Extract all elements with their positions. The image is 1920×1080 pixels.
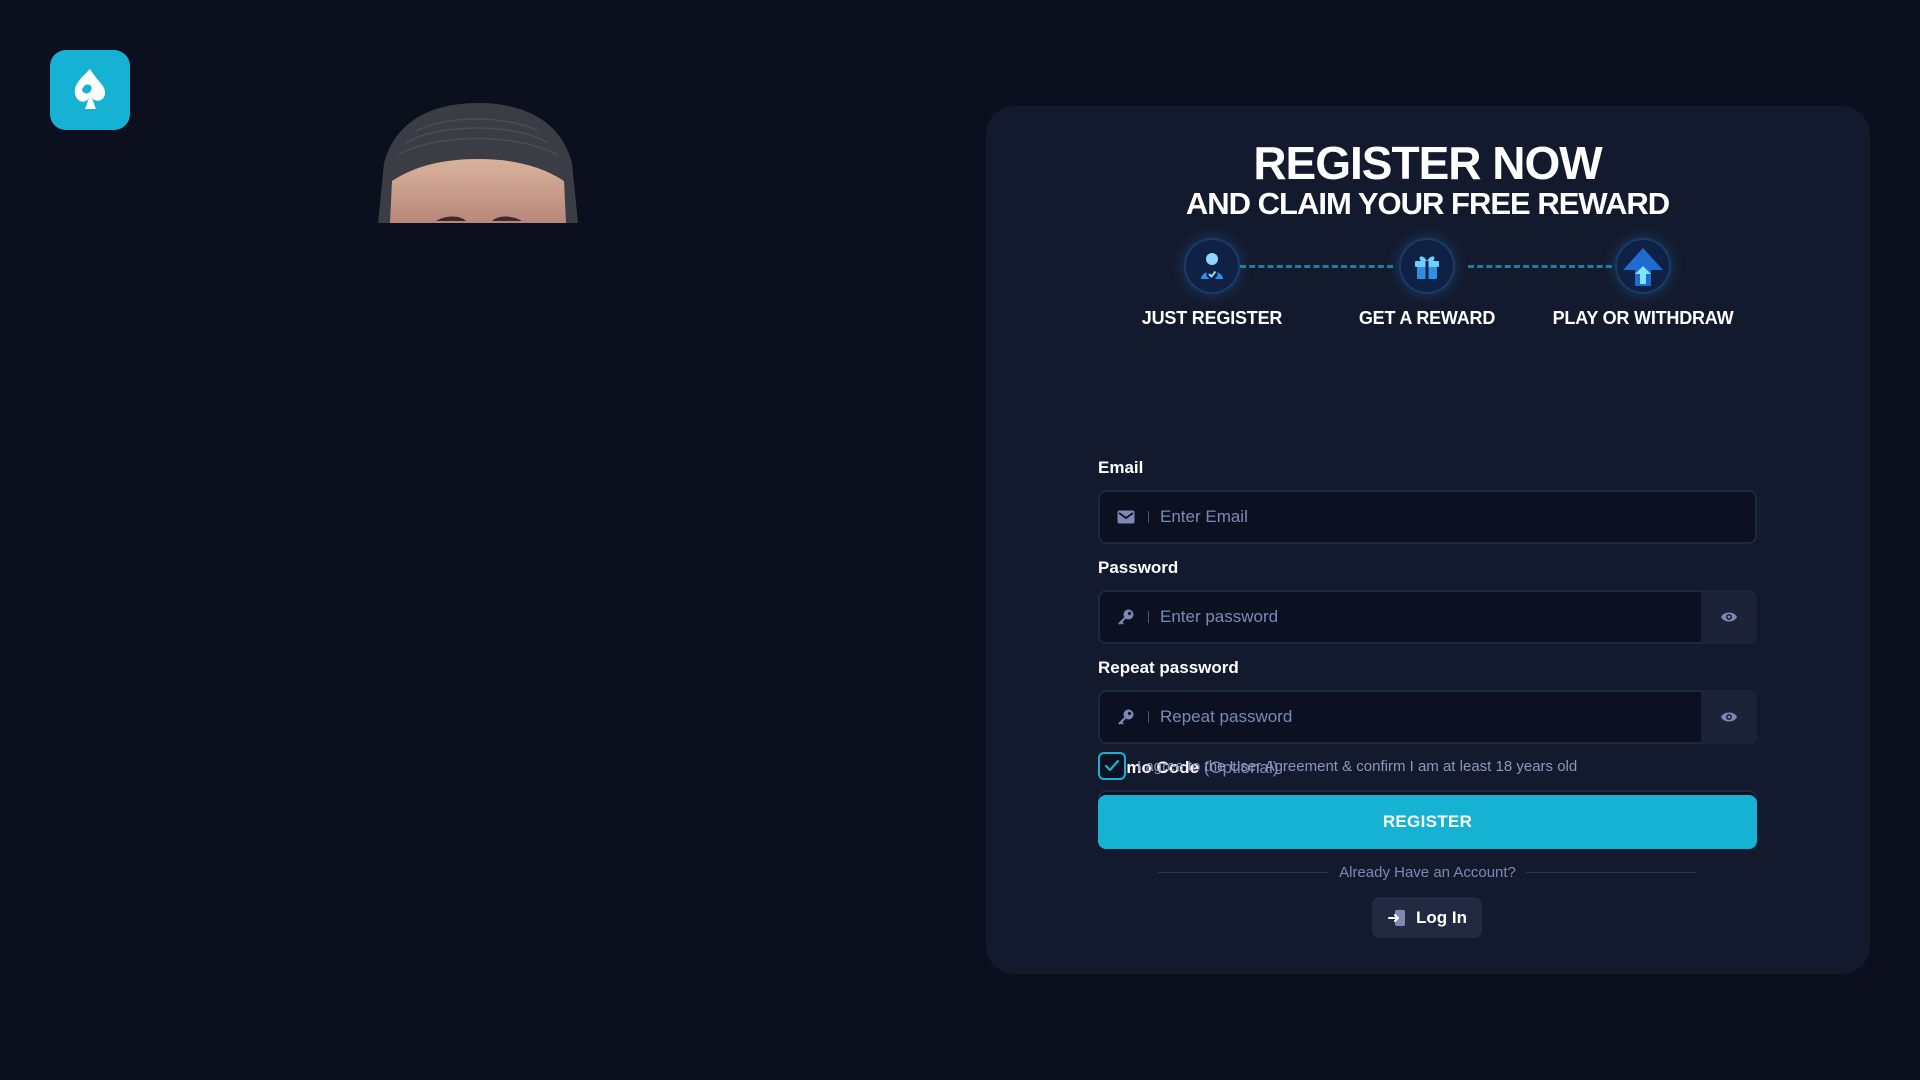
step-get-reward: GET A REWARD	[1313, 238, 1541, 329]
agreement-text: I agree to the User Agreement & confirm …	[1137, 757, 1578, 775]
repeat-password-label: Repeat password	[1098, 658, 1239, 677]
login-button[interactable]: Log In	[1372, 897, 1482, 938]
register-panel: REGISTER NOW AND CLAIM YOUR FREE REWARD	[986, 106, 1870, 974]
repeat-password-field-wrapper	[1098, 690, 1701, 744]
step-label: GET A REWARD	[1358, 308, 1496, 328]
register-subtitle: AND CLAIM YOUR FREE REWARD	[1185, 186, 1670, 221]
password-label: Password	[1098, 558, 1179, 577]
password-field-wrapper	[1098, 590, 1701, 644]
login-icon	[1388, 909, 1405, 926]
already-have-account-divider: Already Have an Account?	[1158, 862, 1697, 882]
email-label: Email	[1098, 458, 1144, 477]
register-page: REGISTER NOW AND CLAIM YOUR FREE REWARD	[0, 0, 1920, 1080]
email-field-wrapper	[1098, 490, 1757, 544]
already-have-account-text: Already Have an Account?	[1339, 863, 1516, 881]
check-icon	[1104, 759, 1120, 772]
register-button[interactable]: REGISTER	[1098, 795, 1757, 849]
eye-icon	[1721, 712, 1737, 722]
eye-icon	[1721, 612, 1737, 622]
step-label: PLAY OR WITHDRAW	[1552, 308, 1734, 328]
input-separator	[1148, 511, 1149, 523]
input-separator	[1148, 611, 1149, 623]
repeat-password-input[interactable]	[1160, 707, 1701, 727]
email-input[interactable]	[1160, 507, 1755, 527]
spade-logo-icon	[74, 69, 106, 109]
logo[interactable]	[50, 50, 130, 130]
toggle-repeat-password-visibility[interactable]	[1701, 690, 1757, 744]
step-just-register: JUST REGISTER	[1098, 238, 1326, 329]
up-arrow-icon	[1615, 238, 1671, 294]
input-separator	[1148, 711, 1149, 723]
step-label: JUST REGISTER	[1141, 308, 1283, 328]
register-steps: JUST REGISTER GET A REWARD PLAY OR WITHD…	[1098, 238, 1757, 328]
password-input[interactable]	[1160, 607, 1701, 627]
key-icon	[1104, 608, 1148, 626]
step-play-or-withdraw: PLAY OR WITHDRAW	[1529, 238, 1757, 329]
gift-icon	[1399, 238, 1455, 294]
divider-line	[1158, 871, 1330, 873]
mail-icon	[1104, 510, 1148, 524]
toggle-password-visibility[interactable]	[1701, 590, 1757, 644]
hero-person-image	[376, 103, 580, 223]
key-icon	[1104, 708, 1148, 726]
user-check-icon	[1184, 238, 1240, 294]
agreement-row: I agree to the User Agreement & confirm …	[1098, 752, 1577, 780]
agreement-checkbox[interactable]	[1098, 752, 1126, 780]
register-title: REGISTER NOW	[1253, 137, 1602, 189]
login-button-label: Log In	[1416, 907, 1467, 927]
divider-line	[1525, 871, 1697, 873]
